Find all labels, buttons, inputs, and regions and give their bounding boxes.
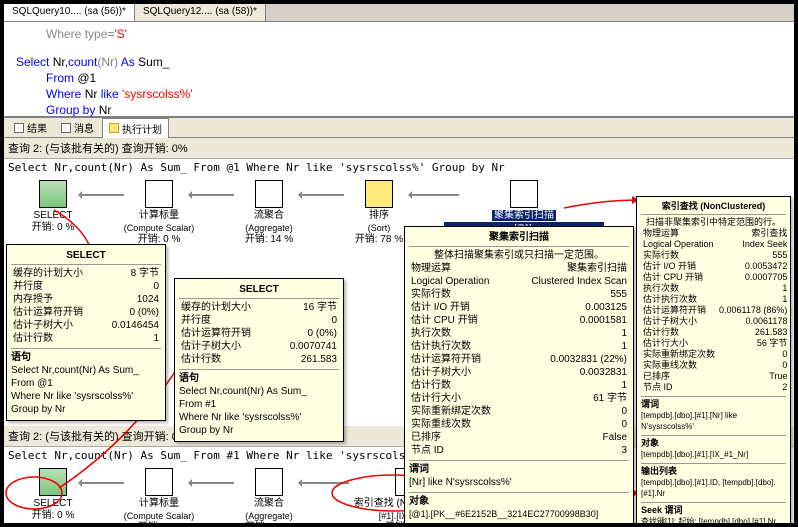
tooltip-cis: 聚集索引扫描 整体扫描聚集索引或只扫描一定范围。 物理运算聚集索引扫描Logic… <box>404 226 634 523</box>
query1-sql: Select Nr,count(Nr) As Sum_ From @1 Wher… <box>4 159 794 176</box>
op-select-1[interactable]: SELECT开销: 0 % <box>8 180 98 234</box>
compute-icon <box>145 180 173 208</box>
sort-icon <box>365 180 393 208</box>
query1-header: 查询 2: (与该批有关的) 查询开销: 0% <box>4 138 794 159</box>
select-icon <box>39 468 67 496</box>
sql-editor[interactable]: Where type='S' Select Nr,count(Nr) As Su… <box>4 22 794 118</box>
result-tabs: 结果 消息 执行计划 <box>4 118 794 138</box>
tooltip-select-2: SELECT 缓存的计划大小16 字节并行度0估计运算符开销0 (0%)估计子树… <box>174 278 344 442</box>
op-compute-1[interactable]: 计算标量(Compute Scalar)开销: 0 % <box>114 180 204 246</box>
op-agg-1[interactable]: 流聚合(Aggregate)开销: 14 % <box>224 180 314 246</box>
tab-results[interactable]: 结果 <box>8 118 53 137</box>
arrow <box>79 194 124 196</box>
agg-icon <box>255 468 283 496</box>
compute-icon <box>145 468 173 496</box>
tooltip-seek: 索引查找 (NonClustered) 扫描非聚集索引中特定范围的行。 物理运算… <box>636 196 791 523</box>
msg-icon <box>61 123 71 133</box>
tooltip-select-1: SELECT 缓存的计划大小8 字节并行度0内存授予1024估计运算符开销0 (… <box>6 244 166 421</box>
execution-plan-area[interactable]: 查询 2: (与该批有关的) 查询开销: 0% Select Nr,count(… <box>4 138 794 523</box>
tab-sql2[interactable]: SQLQuery12.... (sa (58))* <box>135 4 266 21</box>
grid-icon <box>14 123 24 133</box>
select-icon <box>39 180 67 208</box>
tab-sql1[interactable]: SQLQuery10.... (sa (56))* <box>4 4 135 21</box>
arrow <box>79 482 124 484</box>
tab-messages[interactable]: 消息 <box>55 118 100 137</box>
arrow <box>299 482 349 484</box>
agg-icon <box>255 180 283 208</box>
plan-icon <box>109 123 119 133</box>
scan-icon <box>510 180 538 208</box>
op-compute-2[interactable]: 计算标量(Compute Scalar)开销: 0 % <box>114 468 204 523</box>
arrow <box>299 194 344 196</box>
op-select-2[interactable]: SELECT开销: 0 % <box>8 468 98 522</box>
arrow <box>409 194 459 196</box>
file-tabs: SQLQuery10.... (sa (56))* SQLQuery12....… <box>4 4 794 22</box>
arrow <box>189 482 234 484</box>
op-agg-2[interactable]: 流聚合(Aggregate)开销: 14 % <box>224 468 314 523</box>
tab-execplan[interactable]: 执行计划 <box>102 118 169 138</box>
arrow <box>189 194 234 196</box>
